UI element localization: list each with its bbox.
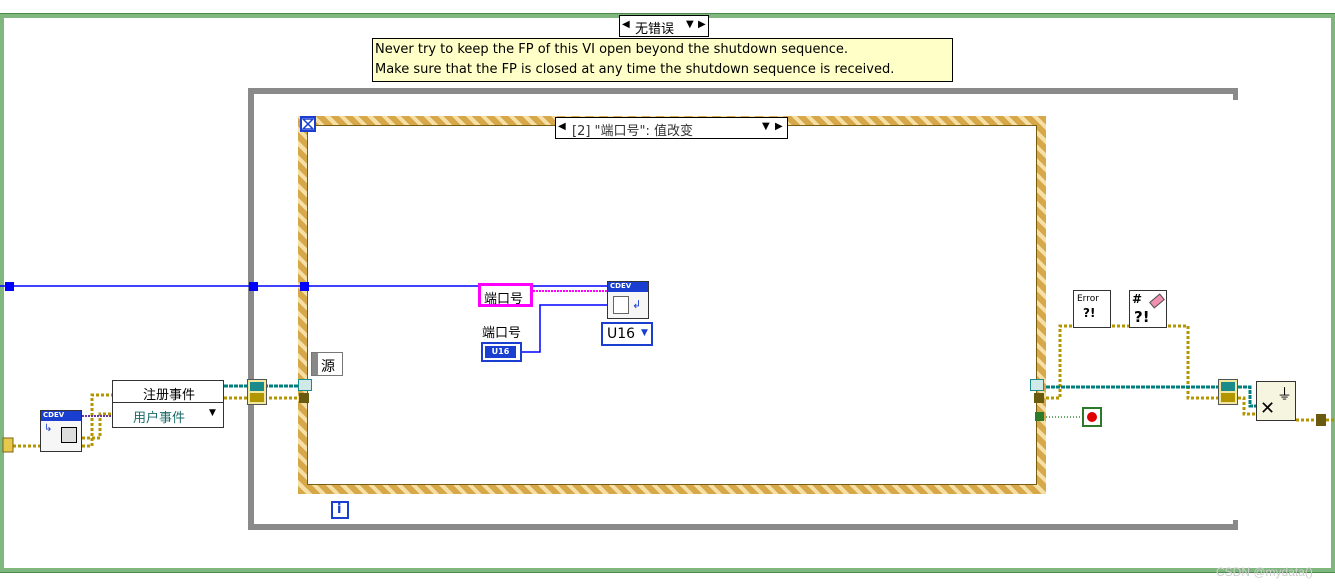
cdev-subvi-left-icon — [61, 427, 77, 443]
cdev-subvi-left[interactable]: CDEV ↳ — [40, 410, 82, 452]
port-terminal-type-text: U16 — [491, 347, 510, 356]
wire-u16[interactable] — [522, 304, 608, 353]
shift-register-right-down — [1221, 393, 1235, 402]
error-query-text: Error — [1077, 294, 1099, 304]
tunnel-blue-event[interactable] — [300, 282, 309, 291]
clear-errors-qmark: ?! — [1134, 308, 1150, 326]
unregister-x-icon: ✕ — [1260, 398, 1276, 419]
error-query-node[interactable]: Error ?! — [1073, 290, 1111, 328]
port-terminal-label: 端口号 — [482, 326, 522, 341]
stop-boolean[interactable] — [1082, 407, 1102, 427]
wire-error-3[interactable] — [82, 412, 112, 440]
tunnel-error-event[interactable] — [299, 393, 309, 403]
shift-register-right-up — [1221, 382, 1235, 391]
port-local-variable[interactable]: 端口号 — [478, 283, 533, 307]
shift-register-left-up — [250, 382, 264, 391]
unregister-antenna-icon: ⏚ — [1277, 385, 1293, 403]
shift-register-left[interactable] — [247, 379, 267, 405]
register-events-input-label: 用户事件 — [133, 411, 186, 426]
tunnel-blue-left[interactable] — [5, 282, 14, 291]
eraser-icon — [1149, 293, 1165, 309]
stop-boolean-indicator — [1087, 412, 1097, 422]
u16-constant-arrow[interactable]: ▼ — [641, 328, 648, 338]
cdev-subvi-middle-glyph: ↲ — [632, 298, 642, 311]
register-events-input-arrow[interactable]: ▼ — [209, 408, 216, 418]
watermark: CSDN @mydata() — [1216, 565, 1313, 579]
error-query-qmark: ?! — [1083, 306, 1096, 320]
cdev-vendor-tag-middle: CDEV — [608, 282, 648, 292]
dynamic-event-terminal-left[interactable] — [298, 379, 312, 391]
port-local-variable-label: 端口号 — [484, 292, 524, 307]
u16-constant-label: U16 — [607, 326, 636, 342]
register-events-node[interactable]: 注册事件 用户事件 ▼ — [112, 380, 224, 428]
tunnel-bool-out[interactable] — [1035, 412, 1044, 421]
port-terminal-type: U16 — [485, 346, 516, 358]
register-events-title: 注册事件 — [143, 388, 196, 403]
register-events-input[interactable]: 用户事件 ▼ — [113, 404, 223, 427]
register-events-header: 注册事件 — [113, 381, 223, 403]
dynamic-event-terminal-right[interactable] — [1030, 379, 1044, 391]
tunnel-error-in[interactable] — [2, 437, 14, 453]
clear-errors-hash: # — [1132, 292, 1143, 306]
shift-register-left-down — [250, 393, 264, 402]
wire-error-8[interactable] — [1238, 396, 1256, 416]
cdev-subvi-middle[interactable]: CDEV ↲ — [607, 281, 649, 319]
cdev-subvi-middle-icon — [613, 296, 629, 314]
unregister-events-node[interactable]: ✕ ⏚ — [1256, 381, 1296, 421]
u16-constant[interactable]: U16 ▼ — [601, 322, 653, 346]
cdev-vendor-tag-left-text: CDEV — [43, 411, 65, 419]
tunnel-blue-loop[interactable] — [249, 282, 258, 291]
shift-register-right[interactable] — [1218, 379, 1238, 405]
cdev-subvi-left-glyph: ↳ — [44, 423, 53, 434]
cdev-vendor-tag-left: CDEV — [41, 411, 81, 421]
tunnel-error-out[interactable] — [1316, 414, 1326, 426]
port-terminal[interactable]: U16 — [481, 342, 522, 362]
clear-errors-node[interactable]: # ?! — [1129, 290, 1167, 328]
cdev-vendor-tag-middle-text: CDEV — [610, 282, 632, 290]
tunnel-error-event-out[interactable] — [1034, 393, 1044, 403]
